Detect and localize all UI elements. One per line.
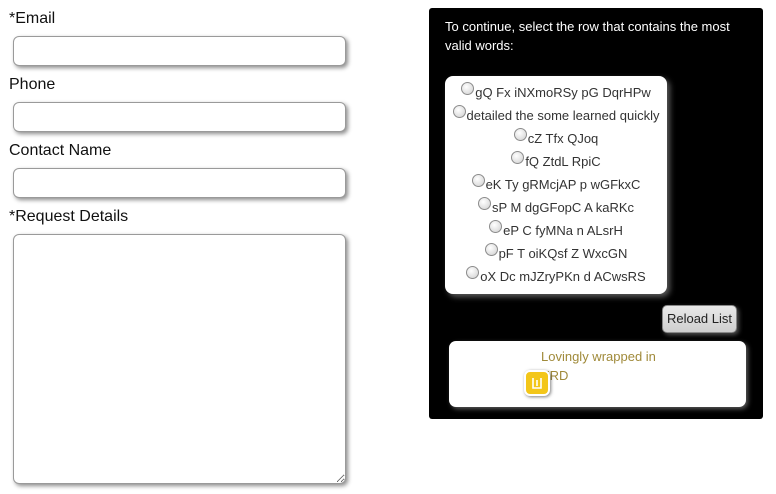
radio-button[interactable]: [471, 174, 485, 187]
radio-button[interactable]: [461, 82, 475, 95]
captcha-option[interactable]: fQ ZtdL RpiC: [445, 150, 667, 173]
radio-button[interactable]: [477, 197, 491, 210]
radio-button[interactable]: [452, 105, 466, 118]
captcha-option[interactable]: cZ Tfx QJoq: [445, 127, 667, 150]
captcha-option[interactable]: eP C fyMNa n ALsrH: [445, 219, 667, 242]
request-details-field[interactable]: [13, 234, 346, 484]
reload-list-button[interactable]: Reload List: [662, 305, 737, 333]
erd-footer: Lovingly wrapped in ERD: [449, 341, 746, 407]
radio-button[interactable]: [484, 243, 498, 256]
erd-logo-icon[interactable]: [524, 370, 550, 396]
radio-button[interactable]: [489, 220, 503, 233]
phone-field[interactable]: [13, 102, 346, 132]
captcha-instruction: To continue, select the row that contain…: [445, 19, 730, 53]
captcha-options: gQ Fx iNXmoRSy pG DqrHPw detailed the so…: [445, 76, 667, 294]
phone-label: Phone: [9, 76, 56, 93]
contact-name-field[interactable]: [13, 168, 346, 198]
erd-credit-line2: ERD: [541, 368, 569, 383]
captcha-option-label: oX Dc mJZryPKn d ACwsRS: [480, 269, 646, 284]
contact-name-label: Contact Name: [9, 142, 112, 159]
captcha-option[interactable]: oX Dc mJZryPKn d ACwsRS: [445, 265, 667, 288]
captcha-option[interactable]: gQ Fx iNXmoRSy pG DqrHPw: [445, 81, 667, 104]
captcha-option-label: fQ ZtdL RpiC: [525, 154, 601, 169]
captcha-option-label: eK Ty gRMcjAP p wGFkxC: [485, 177, 641, 192]
captcha-option-label: cZ Tfx QJoq: [527, 131, 599, 146]
captcha-option[interactable]: pF T oiKQsf Z WxcGN: [445, 242, 667, 265]
captcha-option-label: detailed the some learned quickly: [466, 108, 660, 123]
radio-button[interactable]: [511, 151, 525, 164]
captcha-option-label: pF T oiKQsf Z WxcGN: [498, 246, 628, 261]
captcha-option-label: gQ Fx iNXmoRSy pG DqrHPw: [475, 85, 651, 100]
radio-button[interactable]: [513, 128, 527, 141]
captcha-option-label: sP M dgGFopC A kaRKc: [491, 200, 635, 215]
erd-credit-line1: Lovingly wrapped in: [541, 349, 656, 364]
captcha-panel: To continue, select the row that contain…: [429, 8, 763, 419]
captcha-option[interactable]: sP M dgGFopC A kaRKc: [445, 196, 667, 219]
captcha-option[interactable]: eK Ty gRMcjAP p wGFkxC: [445, 173, 667, 196]
radio-button[interactable]: [466, 266, 480, 279]
erd-credit: Lovingly wrapped in ERD: [541, 347, 671, 385]
email-field[interactable]: [13, 36, 346, 66]
captcha-option[interactable]: detailed the some learned quickly: [445, 104, 667, 127]
captcha-option-label: eP C fyMNa n ALsrH: [503, 223, 623, 238]
email-label: *Email: [9, 10, 56, 27]
request-details-label: *Request Details: [9, 208, 129, 225]
